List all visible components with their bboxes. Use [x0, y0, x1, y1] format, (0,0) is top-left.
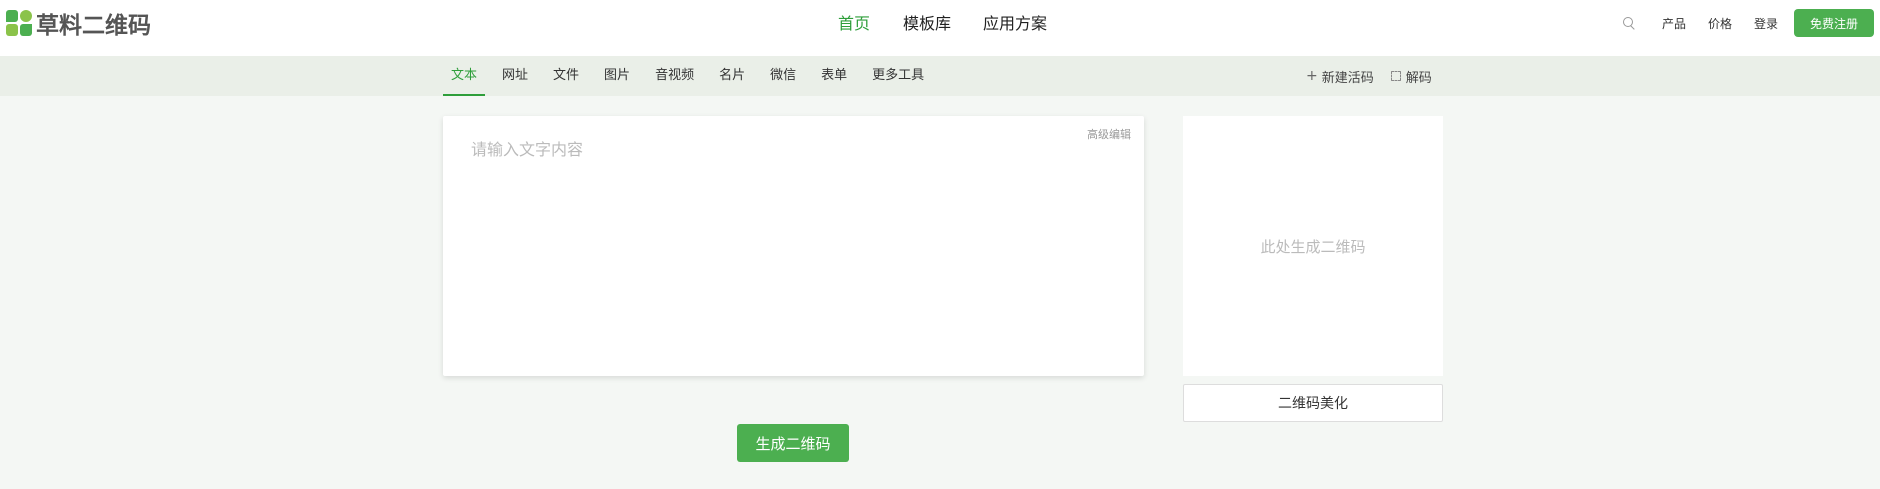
subnav-tools: + 新建活码 解码 [1306, 56, 1432, 96]
tab-form[interactable]: 表单 [813, 56, 855, 96]
decode-button[interactable]: 解码 [1390, 67, 1432, 86]
scan-icon [1390, 71, 1401, 81]
search-icon[interactable] [1622, 16, 1636, 30]
qr-preview-panel: 此处生成二维码 [1183, 116, 1443, 376]
nav-templates[interactable]: 模板库 [903, 12, 951, 36]
logo-icon [6, 10, 32, 36]
nav-products[interactable]: 产品 [1662, 15, 1686, 32]
header-actions: 产品 价格 登录 免费注册 [1622, 8, 1874, 38]
tab-file[interactable]: 文件 [545, 56, 587, 96]
nav-pricing[interactable]: 价格 [1708, 15, 1732, 32]
tab-url[interactable]: 网址 [494, 56, 536, 96]
brand-name: 草料二维码 [36, 13, 151, 39]
tab-audio-video[interactable]: 音视频 [647, 56, 702, 96]
qr-beautify-button[interactable]: 二维码美化 [1183, 384, 1443, 422]
tab-wechat[interactable]: 微信 [762, 56, 804, 96]
tab-business-card[interactable]: 名片 [711, 56, 753, 96]
nav-home[interactable]: 首页 [838, 12, 870, 36]
tab-image[interactable]: 图片 [596, 56, 638, 96]
sub-nav: 文本 网址 文件 图片 音视频 名片 微信 表单 更多工具 + 新建活码 解码 [0, 56, 1880, 96]
main-nav: 首页 模板库 应用方案 [838, 12, 1047, 36]
signup-button[interactable]: 免费注册 [1794, 9, 1874, 37]
brand-logo[interactable]: 草料二维码 [6, 9, 151, 39]
qr-placeholder-text: 此处生成二维码 [1260, 237, 1366, 256]
new-live-code-button[interactable]: + 新建活码 [1306, 67, 1374, 86]
text-editor: 高级编辑 [443, 116, 1144, 376]
text-content-input[interactable] [443, 116, 1144, 376]
login-link[interactable]: 登录 [1754, 15, 1778, 32]
advanced-edit-link[interactable]: 高级编辑 [1087, 126, 1131, 142]
new-live-code-label: 新建活码 [1321, 70, 1374, 86]
tab-text[interactable]: 文本 [443, 56, 486, 96]
tab-more-tools[interactable]: 更多工具 [864, 56, 932, 96]
top-header: 草料二维码 首页 模板库 应用方案 产品 价格 登录 免费注册 [0, 0, 1880, 56]
decode-label: 解码 [1405, 70, 1432, 86]
generate-qr-button[interactable]: 生成二维码 [737, 424, 849, 462]
plus-icon: + [1306, 68, 1318, 84]
nav-solutions[interactable]: 应用方案 [983, 12, 1047, 36]
content-type-tabs: 文本 网址 文件 图片 音视频 名片 微信 表单 更多工具 [443, 56, 941, 96]
